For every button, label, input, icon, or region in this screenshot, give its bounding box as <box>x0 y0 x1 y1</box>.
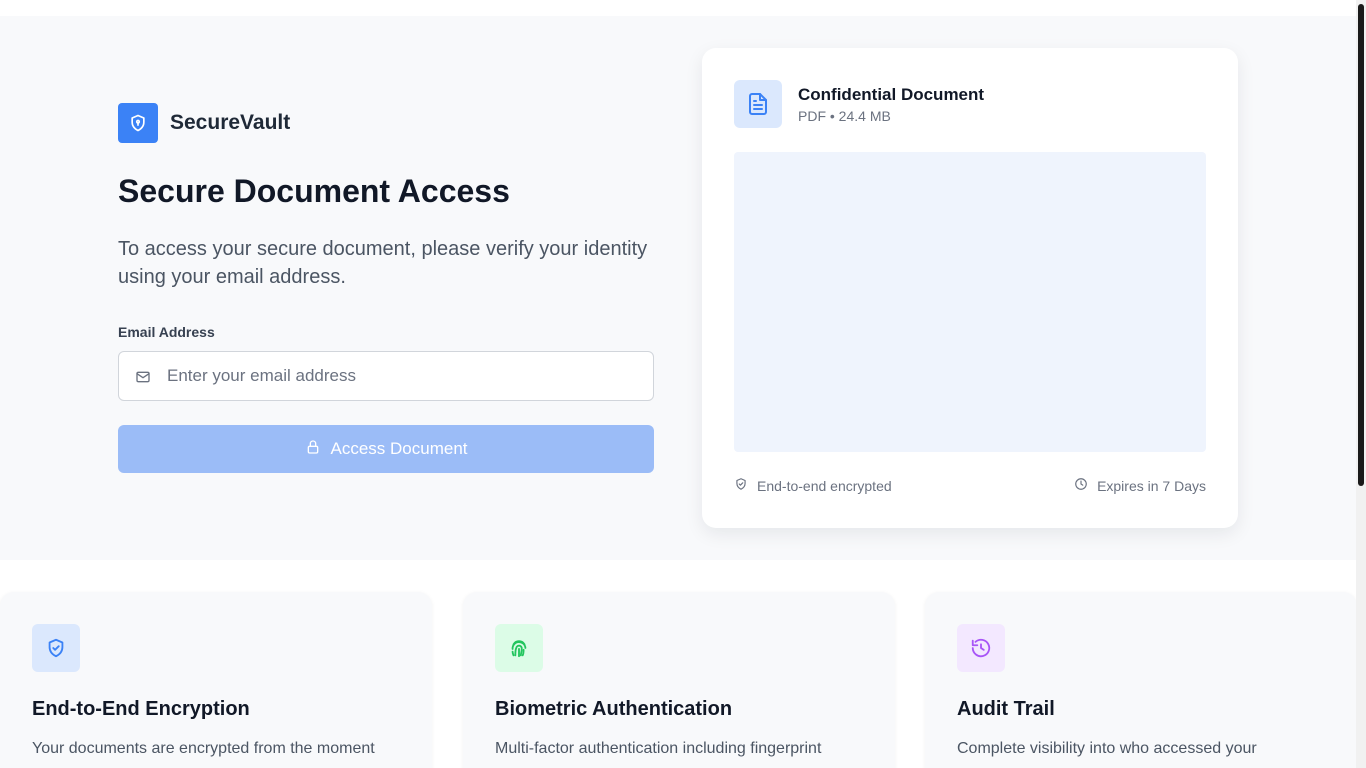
page-title: Secure Document Access <box>118 173 510 209</box>
lock-icon <box>305 439 321 460</box>
expiry-text: Expires in 7 Days <box>1097 477 1206 494</box>
scrollbar-thumb[interactable] <box>1358 4 1364 486</box>
shield-icon <box>118 103 158 143</box>
feature-card-biometric: Biometric Authentication Multi-factor au… <box>463 592 895 768</box>
document-card: Confidential Document PDF • 24.4 MB End-… <box>702 48 1238 528</box>
feature-description: Your documents are encrypted from the mo… <box>32 740 375 757</box>
mail-icon <box>135 369 151 390</box>
fingerprint-icon <box>495 624 543 672</box>
expiry-status: Expires in 7 Days <box>1074 477 1206 494</box>
file-text-icon <box>734 80 782 128</box>
email-label: Email Address <box>118 324 215 340</box>
feature-description: Multi-factor authentication including fi… <box>495 740 822 757</box>
encryption-status: End-to-end encrypted <box>734 477 892 494</box>
email-field[interactable] <box>118 351 654 401</box>
clock-icon <box>1074 477 1088 494</box>
email-input[interactable] <box>167 352 647 400</box>
brand-name: SecureVault <box>170 111 291 134</box>
feature-card-audit: Audit Trail Complete visibility into who… <box>925 592 1357 768</box>
encryption-text: End-to-end encrypted <box>757 477 892 494</box>
page-subtitle: To access your secure document, please v… <box>118 238 648 288</box>
feature-card-encryption: End-to-End Encryption Your documents are… <box>0 592 432 768</box>
feature-title: Audit Trail <box>957 698 1055 720</box>
page-scrollbar[interactable] <box>1356 0 1366 768</box>
document-name: Confidential Document <box>798 85 985 104</box>
history-icon <box>957 624 1005 672</box>
shield-check-icon <box>734 477 748 494</box>
brand: SecureVault <box>118 103 290 143</box>
document-meta: PDF • 24.4 MB <box>798 108 891 124</box>
access-document-label: Access Document <box>330 439 468 458</box>
feature-title: End-to-End Encryption <box>32 698 250 720</box>
feature-description: Complete visibility into who accessed yo… <box>957 740 1257 757</box>
feature-title: Biometric Authentication <box>495 698 733 720</box>
document-preview <box>734 152 1206 452</box>
access-document-button[interactable]: Access Document <box>118 425 654 473</box>
shield-check-icon <box>32 624 80 672</box>
